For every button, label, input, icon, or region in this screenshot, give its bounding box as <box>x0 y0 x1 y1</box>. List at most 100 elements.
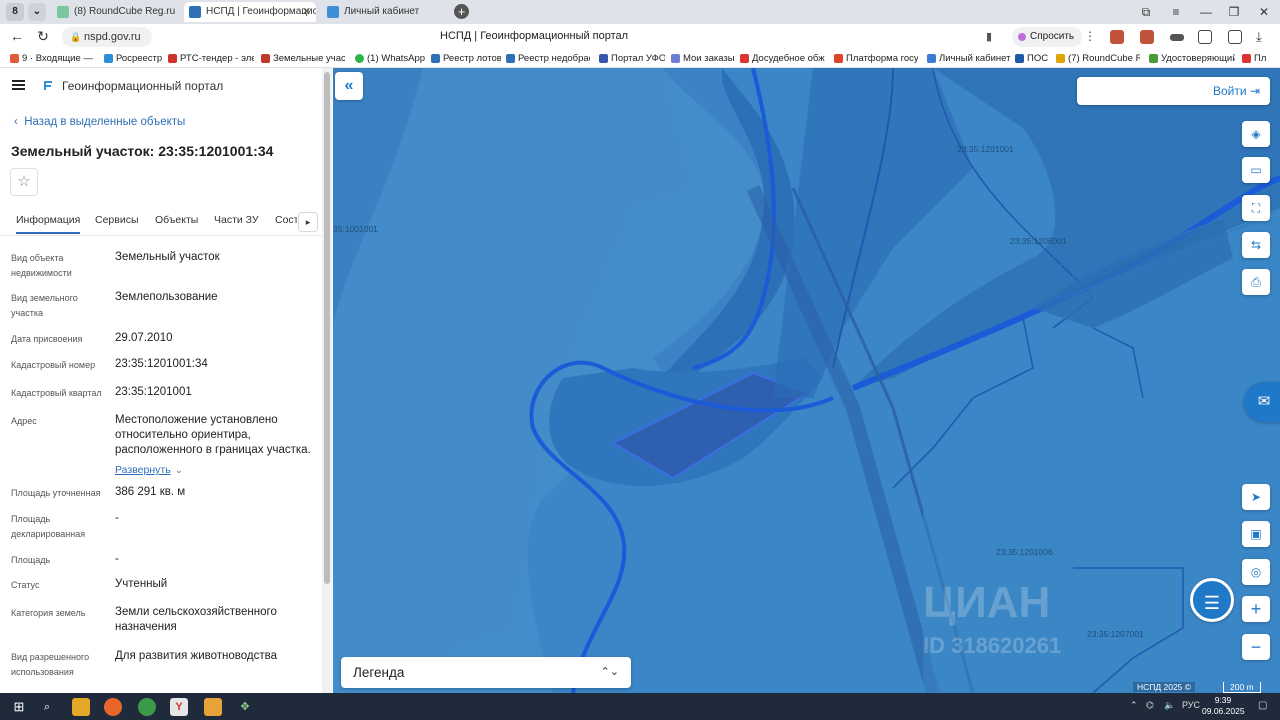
info-tabs: Информация Сервисы Объекты Части ЗУ Сост… <box>0 208 322 236</box>
extension-icon[interactable] <box>1170 34 1184 41</box>
bookmark-item[interactable]: (1) WhatsApp <box>355 53 427 64</box>
system-clock[interactable]: 9:39 09.06.2025 <box>1202 695 1245 717</box>
chat-icon[interactable]: ☰ <box>1190 578 1234 622</box>
zoom-out-icon[interactable]: − <box>1242 634 1270 660</box>
lots-icon <box>431 54 440 63</box>
panel-scrollbar[interactable] <box>322 68 332 693</box>
bookmark-item[interactable]: Портал УФО <box>599 53 665 64</box>
tab-cabinet[interactable]: Личный кабинет <box>322 2 448 22</box>
bookmark-label: (1) WhatsApp <box>367 53 426 64</box>
field-key: Вид разрешенного использования <box>11 652 90 677</box>
field-key: Адрес <box>11 416 37 426</box>
search-location-icon[interactable]: ◎ <box>1242 559 1270 585</box>
pos-icon <box>1015 54 1024 63</box>
browser-menu-icon[interactable]: 8 <box>6 3 24 21</box>
tab-composition[interactable]: Соста <box>275 214 297 226</box>
favorite-star-icon[interactable]: ☆ <box>10 168 38 196</box>
feedback-icon[interactable]: ✉ <box>1244 382 1280 422</box>
url-field[interactable]: 🔒 nspd.gov.ru <box>62 27 152 47</box>
bookmark-item[interactable]: Пл <box>1242 53 1280 64</box>
bookmark-label: Земельные участ <box>273 53 345 64</box>
download-icon[interactable]: ⤓ <box>1256 29 1262 45</box>
menu-icon[interactable]: ≡ <box>1162 0 1190 24</box>
extension-icon[interactable] <box>1110 30 1124 44</box>
restore-icon[interactable]: ❐ <box>1220 0 1248 24</box>
tabs-dropdown-icon[interactable]: ⌄ <box>28 3 46 21</box>
firefox-icon[interactable] <box>104 698 122 716</box>
bookmark-item[interactable]: (7) RoundCube Re <box>1056 53 1140 64</box>
cabinet-favicon-icon <box>327 6 339 18</box>
collections-icon[interactable]: ⧉ <box>1132 0 1160 24</box>
bookmarks-bar: 9 · Входящие — Я Росреестр РТС-тендер - … <box>0 50 1280 68</box>
bookmark-item[interactable]: ПОС <box>1015 53 1051 64</box>
bookmark-item[interactable]: Земельные участ <box>261 53 345 64</box>
tabs-scroll-right-icon[interactable]: ▸ <box>298 212 318 232</box>
zoom-in-icon[interactable]: + <box>1242 596 1270 622</box>
close-tab-icon[interactable]: ✕ <box>302 2 311 22</box>
hamburger-menu-icon[interactable] <box>12 80 25 90</box>
tray-expand-icon[interactable]: ⌃ <box>1130 700 1138 711</box>
map-canvas[interactable] <box>333 68 1280 693</box>
tab-objects[interactable]: Объекты <box>155 214 198 226</box>
bookmark-item[interactable]: 9 · Входящие — Я <box>10 53 94 64</box>
bookmark-item[interactable]: Реестр недобрас <box>506 53 590 64</box>
yandex-browser-icon[interactable]: Y <box>170 698 188 716</box>
clock-time: 9:39 <box>1214 695 1232 705</box>
tab-services[interactable]: Сервисы <box>95 214 139 226</box>
extension-icon[interactable] <box>1140 30 1154 44</box>
chrome-icon[interactable] <box>138 698 156 716</box>
field-key: Площадь декларированная <box>11 514 86 539</box>
bookmark-label: РТС-тендер - эле <box>180 53 254 64</box>
legend-dropdown[interactable]: Легенда ⌃⌄ <box>341 657 631 688</box>
share-icon[interactable] <box>1228 30 1242 44</box>
platform-icon <box>834 54 843 63</box>
expand-address-link[interactable]: Развернуть ⌄ <box>115 460 183 478</box>
collapse-panel-button[interactable]: « <box>335 72 363 100</box>
bookmark-item[interactable]: Удостоверяющий <box>1149 53 1235 64</box>
bookmark-label: Досудебное обж <box>752 53 825 64</box>
back-arrow-icon[interactable]: ← <box>8 28 26 44</box>
ruler-icon[interactable]: ▭ <box>1242 157 1270 183</box>
geolocation-icon[interactable]: ➤ <box>1242 484 1270 510</box>
close-window-icon[interactable]: ✕ <box>1250 0 1278 24</box>
volume-icon[interactable]: 🔈 <box>1164 700 1175 711</box>
bookmark-item[interactable]: Досудебное обж <box>740 53 826 64</box>
roundcube-icon <box>1056 54 1065 63</box>
minimap-icon[interactable]: ▣ <box>1242 521 1270 547</box>
reload-icon[interactable]: ↻ <box>34 28 52 45</box>
search-icon[interactable]: ⌕ <box>38 698 56 716</box>
bookmark-item[interactable]: Личный кабинет <box>927 53 1011 64</box>
tab-nspd[interactable]: НСПД | Геоинформацио ✕ <box>184 2 316 22</box>
print-icon[interactable]: ⎙ <box>1242 269 1270 295</box>
bookmark-item[interactable]: Мои заказы <box>671 53 735 64</box>
whatsapp-icon <box>355 54 364 63</box>
map-view[interactable]: 35:1001001 23:35:1201001 23:35:1206001 2… <box>333 68 1280 693</box>
bookmark-item[interactable]: РТС-тендер - эле <box>168 53 254 64</box>
puzzle-icon[interactable] <box>1198 30 1212 44</box>
app-icon[interactable] <box>204 698 222 716</box>
file-explorer-icon[interactable] <box>72 698 90 716</box>
windows-start-icon[interactable]: ⊞ <box>10 698 28 716</box>
tab-info[interactable]: Информация <box>16 214 81 234</box>
app-icon[interactable]: ✥ <box>236 698 254 716</box>
scrollbar-thumb[interactable] <box>324 72 330 584</box>
select-area-icon[interactable]: ⛶ <box>1242 195 1270 221</box>
minimize-icon[interactable]: — <box>1192 0 1220 24</box>
bookmark-item[interactable]: Платформа госуд <box>834 53 918 64</box>
tab-roundcube[interactable]: (8) RoundCube Reg.ru We <box>52 2 178 22</box>
back-label: Назад в выделенные объекты <box>24 116 186 128</box>
bookmark-item[interactable]: Реестр лотов <box>431 53 501 64</box>
share-map-icon[interactable]: ⇆ <box>1242 232 1270 258</box>
bookmark-icon[interactable]: ▮ <box>986 30 992 43</box>
back-to-selected-link[interactable]: ‹ Назад в выделенные объекты <box>14 116 185 128</box>
more-icon[interactable]: ⋮ <box>1084 29 1096 43</box>
ask-button[interactable]: Спросить <box>1012 27 1083 47</box>
notifications-icon[interactable]: ▢ <box>1258 700 1267 711</box>
tab-parts[interactable]: Части ЗУ <box>214 214 259 226</box>
network-icon[interactable]: ⌬ <box>1146 700 1154 711</box>
bookmark-item[interactable]: Росреестр <box>104 53 164 64</box>
login-button[interactable]: Войти ⇥ <box>1077 77 1270 105</box>
new-tab-button[interactable]: + <box>454 4 469 19</box>
layers-icon[interactable]: ◈ <box>1242 121 1270 147</box>
language-indicator[interactable]: РУС <box>1182 700 1200 710</box>
